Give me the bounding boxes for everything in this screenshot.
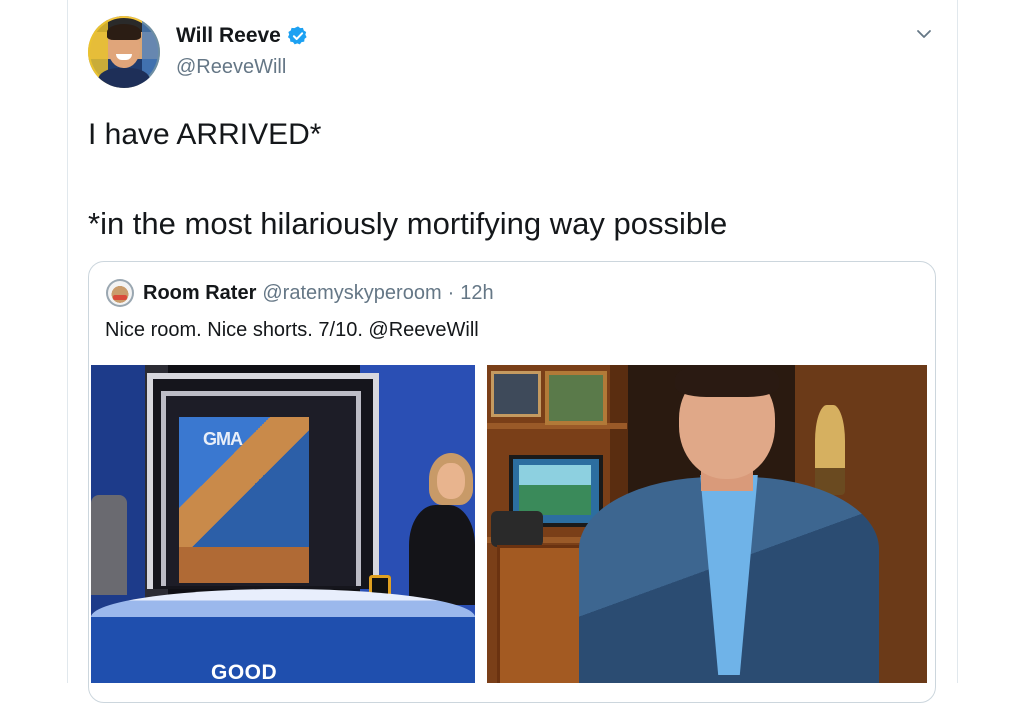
author-name-row: Will Reeve [176, 24, 309, 48]
timeline-border-right [957, 0, 958, 683]
author-display-name[interactable]: Will Reeve [176, 24, 281, 48]
wooden-cabinet [497, 545, 583, 683]
quoted-tweet-header: Room Rater @ratemyskyperoom · 12h [143, 282, 494, 305]
header-separator: · [447, 282, 455, 304]
chevron-down-icon[interactable] [914, 24, 934, 44]
trophy [815, 405, 845, 495]
studio-desk [91, 589, 475, 683]
quoted-author-handle[interactable]: @ratemyskyperoom [262, 282, 441, 305]
quoted-author-avatar[interactable] [106, 279, 134, 307]
quoted-tweet-timestamp[interactable]: 12h [460, 282, 493, 305]
author-avatar[interactable] [88, 16, 160, 88]
quoted-tweet-text: Nice room. Nice shorts. 7/10. @ReeveWill [105, 319, 479, 341]
quoted-photo-home-office[interactable] [487, 365, 927, 683]
verified-badge-icon [287, 26, 307, 45]
quoted-author-name[interactable]: Room Rater [143, 282, 256, 305]
quoted-photo-studio[interactable]: GMA GOOD [91, 365, 475, 683]
studio-logo-text: GMA [203, 429, 243, 449]
quoted-tweet-card[interactable]: Room Rater @ratemyskyperoom · 12h Nice r… [88, 261, 936, 703]
studio-screen [179, 417, 309, 547]
author-handle[interactable]: @ReeveWill [176, 56, 286, 79]
timeline-border-left [67, 0, 68, 683]
tweet-text-line-2: *in the most hilariously mortifying way … [88, 206, 728, 241]
desk-sign-text: GOOD [211, 661, 278, 683]
tweet-text-line-1: I have ARRIVED* [88, 118, 322, 151]
